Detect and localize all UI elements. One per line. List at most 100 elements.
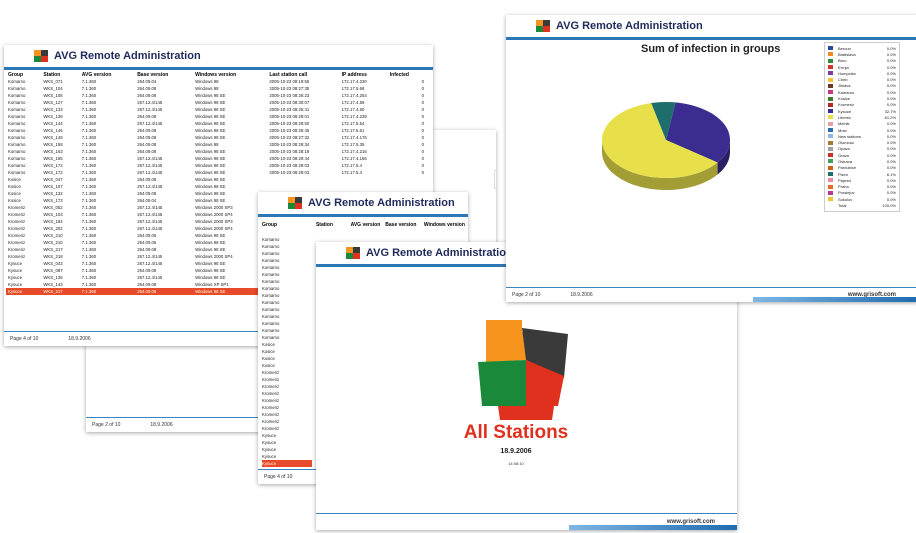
table-cell: Komarno: [8, 156, 26, 161]
legend-item: Humpolec 0.0%: [828, 70, 896, 76]
table-cell: 267.12.4/145: [137, 100, 163, 105]
table-row[interactable]: Kosice WKS_107 7.1.360 267.12.4/145 Windows …: [6, 183, 426, 190]
legend-item: Total 100.0%: [828, 202, 896, 208]
table-cell: Komarno: [8, 163, 26, 168]
table-cell: 2005-10-23 08:29:44: [269, 156, 310, 161]
legend-swatch: [828, 203, 833, 208]
legend-label: Kromeriz: [838, 102, 855, 108]
table-cell: 267.12.4/145: [137, 107, 163, 112]
table-cell: 264.09.08: [137, 247, 157, 252]
legend-value: 100.0%: [882, 203, 896, 209]
legend-value: 0.0%: [886, 146, 896, 152]
group-cell: Komarno: [262, 251, 280, 256]
legend-label: Kosice: [838, 96, 851, 102]
legend-value: 0.0%: [886, 190, 896, 196]
footer-date: 18.9.2006: [150, 422, 173, 428]
page-footer: www.grisoft.com: [316, 513, 737, 530]
table-cell: 0: [421, 170, 424, 175]
table-cell: 7.1.360: [81, 156, 97, 161]
footer-page-number: Page 4 of 10: [264, 474, 293, 480]
table-cell: Windows 98 SE: [195, 240, 226, 245]
table-cell: WKS_127: [43, 100, 63, 105]
table-cell: 0: [421, 121, 424, 126]
table-row[interactable]: Komarno WKS_144 7.1.360 267.12.4/145 Windows…: [6, 120, 426, 127]
legend-swatch: [828, 46, 833, 51]
group-cell: Kromeriz: [262, 412, 280, 417]
table-cell: 7.1.360: [81, 107, 97, 112]
legend-label: Olomouc: [838, 140, 855, 146]
table-cell: 0: [421, 100, 424, 105]
table-cell: WKS_210: [43, 240, 63, 245]
table-row[interactable]: Komarno WKS_071 7.1.360 264.09.04 Windows 98…: [6, 78, 426, 85]
table-cell: WKS_107: [43, 184, 63, 189]
table-cell: [267, 183, 339, 190]
table-row[interactable]: Komarno WKS_158 7.1.360 264.09.08 Windows 98…: [6, 141, 426, 148]
table-row[interactable]: Komarno WKS_127 7.1.360 267.12.4/145 Windows…: [6, 99, 426, 106]
table-cell: 267.12.4/145: [137, 275, 163, 280]
table-cell: 264.09.08: [135, 288, 194, 295]
table-cell: WKS_132: [43, 191, 63, 196]
legend-value: 61.2%: [884, 114, 896, 120]
table-cell: 0: [421, 149, 424, 154]
table-row[interactable]: Komarno WKS_105 7.1.360 264.09.08 Windows 98…: [6, 92, 426, 99]
table-cell: 267.12.4/145: [137, 212, 163, 217]
cover-title: All Stations: [463, 422, 569, 443]
group-cell: Komarno: [262, 237, 280, 242]
table-cell: WKS_217: [43, 247, 63, 252]
table-row[interactable]: Komarno WKS_165 7.1.360 267.12.4/145 Windows…: [6, 155, 426, 162]
table-row[interactable]: Komarno WKS_133 7.1.360 267.12.4/145 Windows…: [6, 106, 426, 113]
group-cell: Kromeriz: [262, 426, 280, 431]
table-cell: Kromeriz: [8, 240, 26, 245]
table-cell: 0: [421, 163, 424, 168]
table-cell: Komarno: [8, 93, 26, 98]
legend-value: 0.0%: [886, 177, 896, 183]
table-cell: 172.17.5.4: [341, 163, 362, 168]
table-cell: Kosice: [8, 184, 21, 189]
table-row[interactable]: Komarno WKS_138 7.1.360 264.09.08 Windows 98…: [6, 113, 426, 120]
legend-swatch: [828, 178, 833, 183]
table-row[interactable]: Komarno WKS_148 7.1.360 264.09.08 Windows 98…: [6, 134, 426, 141]
table-cell: WKS_104: [43, 86, 63, 91]
table-row[interactable]: Komarno WKS_146 7.1.360 264.09.08 Windows 98…: [6, 127, 426, 134]
table-row[interactable]: Komarno WKS_104 7.1.360 264.09.09 Windows 98…: [6, 85, 426, 92]
table-cell: 267.12.4/145: [137, 121, 163, 126]
table-cell: 172.17.4.166: [341, 156, 367, 161]
group-cell: Kysuce: [262, 454, 277, 459]
table-cell: Windows 98 SE: [195, 114, 226, 119]
legend-item: Melnik 0.0%: [828, 121, 896, 127]
table-cell: 7.1.360: [81, 226, 97, 231]
table-cell: Komarno: [8, 114, 26, 119]
table-row[interactable]: Komarno WKS_172 7.1.360 267.12.4/145 Windows…: [6, 169, 426, 176]
page-footer: Page 2 of 10 18.9.2006 www.grisoft.com: [506, 287, 916, 302]
table-row[interactable]: Kosice WKS_047 7.1.360 264.09.08 Windows 98 …: [6, 176, 426, 183]
table-cell: Windows 98 SE: [193, 288, 268, 295]
legend-value: 0.0%: [886, 165, 896, 171]
table-cell: Windows XP SP1: [195, 282, 229, 287]
legend-value: 6.1%: [886, 171, 896, 177]
legend-swatch: [828, 77, 833, 82]
legend-swatch: [828, 58, 833, 63]
table-row[interactable]: Komarno WKS_172 7.1.360 267.12.4/145 Windows…: [6, 162, 426, 169]
table-cell: 267.12.4/145: [137, 219, 163, 224]
group-cell: Kysuce: [262, 447, 277, 452]
table-cell: [388, 183, 426, 190]
group-cell: Komarno: [262, 279, 280, 284]
legend-item: Praha 0.0%: [828, 184, 896, 190]
table-cell: Windows 98: [195, 86, 219, 91]
chart-legend: Beroun 0.0% Bratislava 0.0% Brno 0.0% Errnja 0.…: [824, 42, 900, 212]
table-cell: 172.17.4.176: [341, 135, 367, 140]
table-cell: 7.1.360: [81, 177, 97, 182]
table-cell: Windows 98 SE: [195, 107, 226, 112]
legend-swatch: [828, 153, 833, 158]
table-cell: 0: [421, 128, 424, 133]
table-cell: WKS_218: [43, 254, 63, 259]
legend-swatch: [828, 197, 833, 202]
legend-swatch: [828, 134, 833, 139]
table-cell: WKS_103: [43, 212, 63, 217]
group-cell: Komarno: [262, 307, 280, 312]
table-cell: 7.1.360: [81, 170, 97, 175]
legend-value: 0.0%: [886, 70, 896, 76]
group-cell: Kromeriz: [262, 377, 280, 382]
legend-item: Beroun 0.0%: [828, 45, 896, 51]
table-row[interactable]: Komarno WKS_163 7.1.360 264.09.08 Windows 98…: [6, 148, 426, 155]
